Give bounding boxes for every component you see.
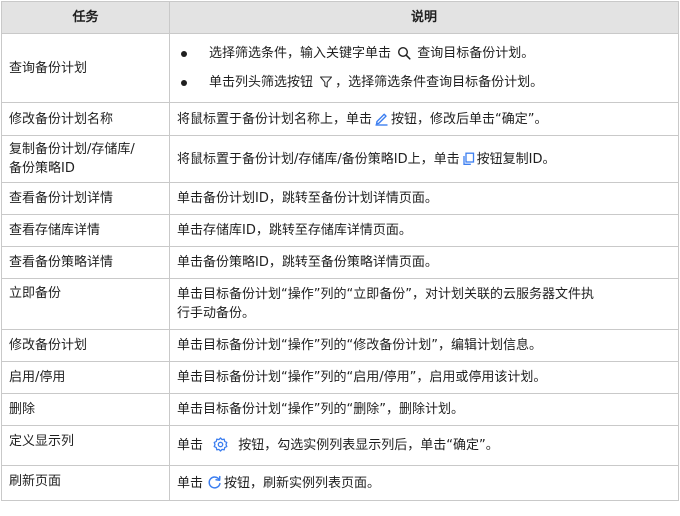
- copy-icon: [462, 152, 475, 166]
- table-row: 复制备份计划/存储库/ 备份策略ID 将鼠标置于备份计划/存储库/备份策略ID上…: [1, 135, 679, 183]
- task-cell: 删除: [1, 393, 170, 426]
- desc-cell: 单击 按钮，刷新实例列表页面。: [169, 465, 679, 501]
- desc-cell: 单击目标备份计划“操作”列的“修改备份计划”，编辑计划信息。: [169, 329, 679, 362]
- task-cell: 修改备份计划: [1, 329, 170, 362]
- desc-text: ，选择筛选条件查询目标备份计划。: [335, 75, 544, 90]
- desc-text: 按钮，修改后单击“确定”。: [391, 111, 548, 127]
- table-row: 查询备份计划 选择筛选条件，输入关键字单击 查询目标备份计划。 单击列头筛选按钮…: [1, 33, 679, 103]
- edit-icon: [374, 111, 389, 126]
- desc-text: 按钮，勾选实例列表显示列后，单击“确定”。: [238, 438, 499, 453]
- desc-line: 单击目标备份计划“操作”列的“立即备份”，对计划关联的云服务器文件执: [177, 287, 594, 302]
- table-row: 刷新页面 单击 按钮，刷新实例列表页面。: [1, 465, 679, 501]
- task-cell: 查看存储库详情: [1, 214, 170, 247]
- desc-cell: 单击目标备份计划“操作”列的“删除”，删除计划。: [169, 393, 679, 426]
- filter-icon: [319, 75, 333, 89]
- table-header-row: 任务 说明: [1, 1, 679, 34]
- table-row: 修改备份计划名称 将鼠标置于备份计划名称上，单击 按钮，修改后单击“确定”。: [1, 102, 679, 136]
- task-cell: 查看备份计划详情: [1, 182, 170, 215]
- table-row: 修改备份计划 单击目标备份计划“操作”列的“修改备份计划”，编辑计划信息。: [1, 329, 679, 362]
- desc-text: 将鼠标置于备份计划/存储库/备份策略ID上，单击: [177, 151, 460, 167]
- desc-text: 单击: [177, 438, 204, 453]
- desc-cell: 选择筛选条件，输入关键字单击 查询目标备份计划。 单击列头筛选按钮 ，选择筛选条…: [169, 33, 679, 103]
- desc-cell: 将鼠标置于备份计划/存储库/备份策略ID上，单击 按钮复制ID。: [169, 135, 679, 183]
- task-cell: 立即备份: [1, 278, 170, 330]
- desc-text: 按钮复制ID。: [476, 151, 556, 167]
- desc-cell: 单击 按钮，勾选实例列表显示列后，单击“确定”。: [169, 425, 679, 466]
- desc-cell: 单击备份计划ID，跳转至备份计划详情页面。: [169, 182, 679, 215]
- task-cell: 刷新页面: [1, 465, 170, 501]
- desc-text: 按钮，刷新实例列表页面。: [224, 475, 381, 491]
- desc-cell: 单击目标备份计划“操作”列的“立即备份”，对计划关联的云服务器文件执 行手动备份…: [169, 278, 679, 330]
- table-row: 启用/停用 单击目标备份计划“操作”列的“启用/停用”，启用或停用该计划。: [1, 361, 679, 394]
- task-cell: 查询备份计划: [1, 33, 170, 103]
- task-line: 复制备份计划/存储库/: [9, 142, 135, 157]
- table-row: 查看备份策略详情 单击备份策略ID，跳转至备份策略详情页面。: [1, 246, 679, 279]
- table-row: 删除 单击目标备份计划“操作”列的“删除”，删除计划。: [1, 393, 679, 426]
- header-task: 任务: [1, 1, 170, 34]
- list-item: 选择筛选条件，输入关键字单击 查询目标备份计划。: [177, 44, 671, 64]
- desc-cell: 单击备份策略ID，跳转至备份策略详情页面。: [169, 246, 679, 279]
- task-line: 备份策略ID: [9, 161, 75, 176]
- table-row: 立即备份 单击目标备份计划“操作”列的“立即备份”，对计划关联的云服务器文件执 …: [1, 278, 679, 330]
- task-cell: 定义显示列: [1, 425, 170, 466]
- task-table: 任务 说明 查询备份计划 选择筛选条件，输入关键字单击 查询目标备份计划。 单击…: [1, 1, 679, 501]
- refresh-icon: [207, 475, 222, 490]
- gear-icon: [213, 437, 228, 452]
- task-cell: 修改备份计划名称: [1, 102, 170, 136]
- task-cell: 启用/停用: [1, 361, 170, 394]
- table-row: 查看存储库详情 单击存储库ID，跳转至存储库详情页面。: [1, 214, 679, 247]
- bullet-dot: [181, 80, 187, 86]
- table-row: 定义显示列 单击 按钮，勾选实例列表显示列后，单击“确定”。: [1, 425, 679, 466]
- desc-text: 将鼠标置于备份计划名称上，单击: [177, 111, 373, 127]
- task-cell: 复制备份计划/存储库/ 备份策略ID: [1, 135, 170, 183]
- bullet-dot: [181, 51, 187, 57]
- desc-line: 行手动备份。: [177, 306, 256, 321]
- desc-text: 单击: [177, 475, 204, 491]
- desc-text: 查询目标备份计划。: [417, 46, 535, 61]
- desc-cell: 单击存储库ID，跳转至存储库详情页面。: [169, 214, 679, 247]
- search-icon: [397, 46, 411, 60]
- list-item: 单击列头筛选按钮 ，选择筛选条件查询目标备份计划。: [177, 73, 671, 93]
- desc-cell: 单击目标备份计划“操作”列的“启用/停用”，启用或停用该计划。: [169, 361, 679, 394]
- bullet-list: 选择筛选条件，输入关键字单击 查询目标备份计划。 单击列头筛选按钮 ，选择筛选条…: [177, 44, 671, 93]
- table-row: 查看备份计划详情 单击备份计划ID，跳转至备份计划详情页面。: [1, 182, 679, 215]
- desc-text: 选择筛选条件，输入关键字单击: [209, 46, 392, 61]
- desc-text: 单击列头筛选按钮: [209, 75, 314, 90]
- header-desc: 说明: [169, 1, 679, 34]
- task-cell: 查看备份策略详情: [1, 246, 170, 279]
- desc-cell: 将鼠标置于备份计划名称上，单击 按钮，修改后单击“确定”。: [169, 102, 679, 136]
